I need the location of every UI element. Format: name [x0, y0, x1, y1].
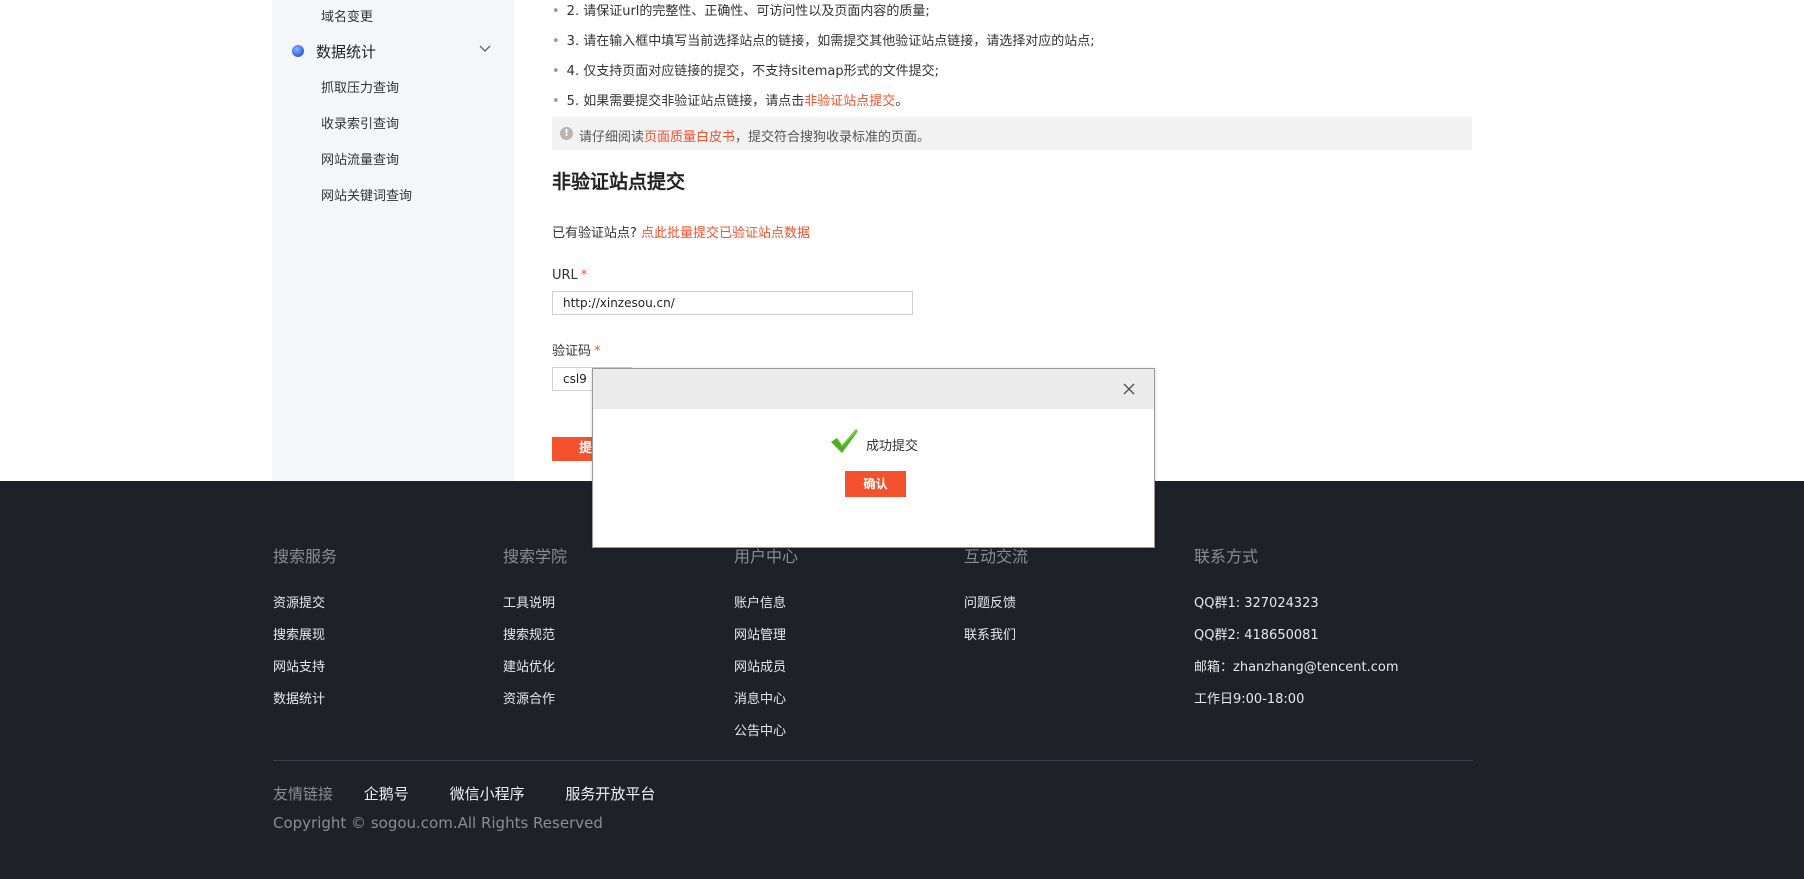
friend-link[interactable]: 微信小程序: [450, 785, 525, 803]
contact-qq2: QQ群2: 418650081: [1194, 628, 1319, 643]
footer-link[interactable]: 搜索规范: [503, 625, 555, 647]
url-input[interactable]: http://xinzesou.cn/: [552, 291, 913, 315]
rule-number: 5.: [566, 94, 580, 109]
page-title: 非验证站点提交: [552, 171, 686, 193]
contact-email: 邮箱：zhanzhang@tencent.com: [1194, 660, 1399, 675]
footer-link[interactable]: 资源提交: [273, 593, 325, 615]
bullet-dot: •: [552, 94, 560, 109]
rule-text: 请保证url的完整性、正确性、可访问性以及页面内容的质量;: [583, 4, 930, 19]
batch-submit-link[interactable]: 点此批量提交已验证站点数据: [641, 226, 810, 241]
rule-suffix: 。: [895, 94, 909, 109]
footer-link[interactable]: 网站管理: [734, 625, 786, 647]
rule-number: 3.: [566, 34, 580, 49]
friend-link[interactable]: 服务开放平台: [565, 785, 655, 803]
footer-column-items: 资源提交 搜索展现 网站支持 数据统计: [273, 593, 325, 711]
rule-item: • 4. 仅支持页面对应链接的提交，不支持sitemap形式的文件提交;: [552, 60, 939, 79]
footer-column-items: 工具说明 搜索规范 建站优化 资源合作: [503, 593, 555, 711]
notice-suffix: ，提交符合搜狗收录标准的页面。: [735, 130, 931, 145]
confirm-button[interactable]: 确认: [845, 471, 906, 497]
footer-link[interactable]: 建站优化: [503, 657, 555, 679]
rule-text: 如果需要提交非验证站点链接，请点击: [583, 94, 805, 109]
footer-divider: [273, 760, 1473, 761]
verified-prompt: 已有验证站点? 点此批量提交已验证站点数据: [552, 222, 810, 241]
rule-number: 4.: [566, 64, 580, 79]
dialog-header: [593, 369, 1154, 409]
sidebar-group-data-stats[interactable]: 数据统计: [290, 40, 492, 62]
quality-whitepaper-link[interactable]: 页面质量白皮书: [644, 130, 735, 145]
footer-link[interactable]: 网站支持: [273, 657, 325, 679]
contact-qq1: QQ群1: 327024323: [1194, 596, 1319, 611]
sidebar-item-index-query[interactable]: 收录索引查询: [321, 113, 399, 132]
dialog-message: 成功提交: [866, 439, 919, 454]
rule-item: • 5. 如果需要提交非验证站点链接，请点击非验证站点提交。: [552, 90, 908, 109]
rule-item: • 3. 请在输入框中填写当前选择站点的链接，如需提交其他验证站点链接，请选择对应…: [552, 30, 1095, 49]
url-label-text: URL: [552, 268, 578, 283]
footer-link[interactable]: 搜索展现: [273, 625, 325, 647]
verified-prompt-text: 已有验证站点?: [552, 226, 637, 241]
non-verified-submit-link[interactable]: 非验证站点提交: [804, 94, 895, 109]
footer-column-items: QQ群1: 327024323 QQ群2: 418650081 邮箱：zhanz…: [1194, 593, 1399, 711]
footer-link[interactable]: 网站成员: [734, 657, 786, 679]
data-stats-icon: [292, 45, 304, 57]
copyright: Copyright © sogou.com.All Rights Reserve…: [273, 814, 603, 832]
sidebar-item-traffic-query[interactable]: 网站流量查询: [321, 149, 399, 168]
footer-column-contact: 联系方式 QQ群1: 327024323 QQ群2: 418650081 邮箱：…: [1194, 543, 1474, 707]
rule-item: • 2. 请保证url的完整性、正确性、可访问性以及页面内容的质量;: [552, 0, 930, 19]
footer-column-items: 问题反馈 联系我们: [964, 593, 1016, 647]
footer-link[interactable]: 数据统计: [273, 689, 325, 711]
required-mark: *: [580, 268, 588, 283]
notice-text: 请仔细阅读页面质量白皮书，提交符合搜狗收录标准的页面。: [579, 126, 930, 145]
footer-link[interactable]: 问题反馈: [964, 593, 1016, 615]
sidebar-item-domain-change[interactable]: 域名变更: [321, 6, 373, 25]
rule-text: 请在输入框中填写当前选择站点的链接，如需提交其他验证站点链接，请选择对应的站点;: [583, 34, 1095, 49]
bullet-dot: •: [552, 34, 560, 49]
footer-column: 搜索服务 资源提交 搜索展现 网站支持 数据统计: [273, 543, 493, 707]
sidebar: 域名变更 数据统计 抓取压力查询 收录索引查询 网站流量查询 网站关键词查询: [272, 0, 514, 481]
contact-hours: 工作日9:00-18:00: [1194, 692, 1305, 707]
info-icon: !: [560, 127, 573, 140]
success-dialog: 成功提交 确认: [592, 368, 1155, 548]
notice-prefix: 请仔细阅读: [579, 130, 645, 145]
url-label: URL *: [552, 268, 587, 283]
rule-text: 仅支持页面对应链接的提交，不支持sitemap形式的文件提交;: [583, 64, 939, 79]
footer-link[interactable]: 联系我们: [964, 625, 1016, 647]
footer-link[interactable]: 公告中心: [734, 721, 786, 743]
footer-link[interactable]: 工具说明: [503, 593, 555, 615]
sidebar-group-label: 数据统计: [316, 43, 377, 61]
sidebar-item-keyword-query[interactable]: 网站关键词查询: [321, 185, 412, 204]
required-mark: *: [594, 344, 601, 359]
sidebar-item-crawl-pressure[interactable]: 抓取压力查询: [321, 77, 399, 96]
friend-links: 友情链接 企鹅号 微信小程序 服务开放平台: [273, 783, 691, 804]
footer-link[interactable]: 资源合作: [503, 689, 555, 711]
footer-link[interactable]: 消息中心: [734, 689, 786, 711]
close-icon[interactable]: [1121, 381, 1137, 397]
footer-column-items: 账户信息 网站管理 网站成员 消息中心 公告中心: [734, 593, 786, 743]
bullet-dot: •: [552, 64, 560, 79]
notice-bar: ! 请仔细阅读页面质量白皮书，提交符合搜狗收录标准的页面。: [552, 117, 1472, 150]
footer-column-title: 搜索服务: [273, 547, 338, 566]
captcha-label: 验证码 *: [552, 340, 601, 359]
chevron-down-icon[interactable]: [478, 42, 492, 56]
footer-link[interactable]: 账户信息: [734, 593, 786, 615]
bullet-dot: •: [552, 4, 560, 19]
friend-links-label: 友情链接: [273, 785, 334, 803]
rule-number: 2.: [566, 4, 580, 19]
footer-column-title: 联系方式: [1194, 547, 1259, 566]
friend-link[interactable]: 企鹅号: [364, 785, 409, 803]
captcha-label-text: 验证码: [552, 344, 592, 359]
checkmark-icon: [831, 429, 858, 453]
